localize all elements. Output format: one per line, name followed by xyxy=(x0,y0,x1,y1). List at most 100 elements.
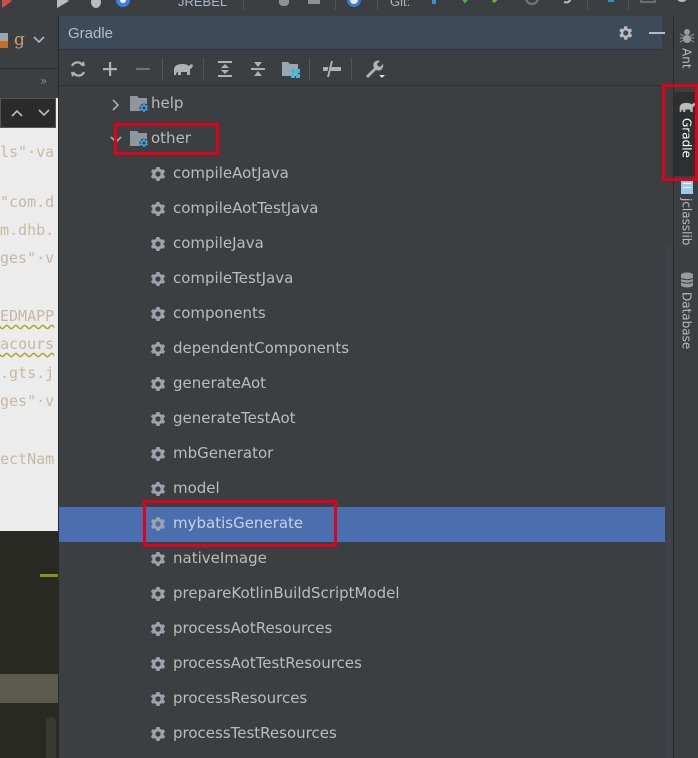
run-config-icon[interactable] xyxy=(2,0,18,8)
code-line: ectNam xyxy=(0,450,55,468)
tree-task-row[interactable]: compileAotTestJava xyxy=(59,192,673,227)
tab-label: Gradle xyxy=(679,118,694,158)
stop-icon[interactable] xyxy=(306,0,322,8)
collapse-all-button[interactable] xyxy=(246,57,270,81)
build-settings-button[interactable] xyxy=(362,57,386,81)
refresh-icon xyxy=(70,61,86,77)
toolbar-separator xyxy=(203,58,204,80)
git-update-icon[interactable] xyxy=(426,0,442,8)
chevron-down-icon[interactable] xyxy=(33,35,45,45)
chevron-right-icon[interactable] xyxy=(109,98,123,112)
tree-group-label: other xyxy=(151,129,191,147)
ant-icon xyxy=(679,29,694,43)
browser-icon[interactable] xyxy=(346,0,362,8)
tree-task-row[interactable]: processResources xyxy=(59,682,673,717)
tree-group-help[interactable]: help xyxy=(59,87,673,122)
find-next-icon[interactable] xyxy=(38,109,50,117)
tree-task-row[interactable]: processAotTestResources xyxy=(59,647,673,682)
tree-task-row[interactable]: compileTestJava xyxy=(59,262,673,297)
tree-task-row[interactable]: generateTestAot xyxy=(59,402,673,437)
tab-database[interactable]: Database xyxy=(674,272,698,356)
editor-tab-bar: g xyxy=(0,16,58,68)
code-line: ls"·va xyxy=(0,143,55,161)
link-project-button[interactable] xyxy=(98,57,122,81)
code-line: ges"·v xyxy=(0,392,55,410)
execute-task-button[interactable] xyxy=(171,57,195,81)
tree-task-row[interactable]: processAotResources xyxy=(59,612,673,647)
search-icon[interactable] xyxy=(675,0,691,8)
tree-task-label: prepareKotlinBuildScriptModel xyxy=(173,584,400,602)
tree-task-row[interactable]: mbGenerator xyxy=(59,437,673,472)
tree-task-row[interactable]: components xyxy=(59,297,673,332)
collapse-all-icon xyxy=(251,62,265,76)
offline-icon xyxy=(323,61,341,77)
code-editor[interactable]: ls"·va "com.d m.dhb. ges"·v EDMAPP acour… xyxy=(0,98,58,531)
run-icon[interactable] xyxy=(55,0,71,8)
task-gear-icon xyxy=(150,237,166,251)
tree-task-row[interactable]: compileAotJava xyxy=(59,157,673,192)
more-tabs-button[interactable]: » xyxy=(40,74,47,88)
tab-jclasslib[interactable]: jclasslib xyxy=(674,180,698,260)
toggle-offline-button[interactable] xyxy=(320,57,344,81)
tree-scrollbar[interactable] xyxy=(665,244,673,758)
tree-task-label: processAotResources xyxy=(173,619,333,637)
elephant-icon xyxy=(679,102,695,112)
find-previous-icon[interactable] xyxy=(11,109,23,117)
task-gear-icon xyxy=(150,412,166,426)
git-push-icon[interactable] xyxy=(490,0,506,8)
tree-task-label: generateTestAot xyxy=(173,409,296,427)
module-icon-badge xyxy=(0,41,8,48)
tree-task-row[interactable]: compileJava xyxy=(59,227,673,262)
debug-icon[interactable] xyxy=(88,0,104,8)
tab-gradle[interactable]: Gradle xyxy=(674,92,698,176)
coverage-icon[interactable] xyxy=(115,0,131,8)
tree-group-label: help xyxy=(151,94,184,112)
tree-task-row[interactable]: dependentComponents xyxy=(59,332,673,367)
tree-task-row[interactable]: model xyxy=(59,472,673,507)
tab-ant[interactable]: Ant xyxy=(674,28,698,92)
task-gear-icon xyxy=(150,727,166,741)
chevron-down-icon[interactable] xyxy=(109,133,123,147)
settings-button[interactable] xyxy=(614,22,636,44)
git-commit-icon[interactable] xyxy=(458,0,474,8)
tree-task-row[interactable]: generateAot xyxy=(59,367,673,402)
code-line: ges"·v xyxy=(0,249,55,267)
module-label[interactable]: g xyxy=(14,30,25,50)
tree-task-row[interactable]: nativeImage xyxy=(59,542,673,577)
toolbar-separator xyxy=(335,0,336,10)
rollback-icon[interactable] xyxy=(560,0,576,8)
database-icon xyxy=(680,272,693,288)
tree-task-row[interactable]: prepareKotlinBuildScriptModel xyxy=(59,577,673,612)
task-gear-icon xyxy=(150,587,166,601)
project-structure-icon[interactable] xyxy=(598,0,614,8)
unlink-project-button[interactable] xyxy=(131,57,155,81)
tree-group-other[interactable]: other xyxy=(59,122,673,157)
terminal-icon[interactable] xyxy=(640,0,656,8)
jrebel-label[interactable]: JREBEL xyxy=(178,0,227,9)
tree-task-label: mbGenerator xyxy=(173,444,274,462)
analyze-dependencies-button[interactable] xyxy=(279,57,303,81)
warning-marker xyxy=(40,574,58,577)
tree-task-label: components xyxy=(173,304,266,322)
task-group-folder-icon xyxy=(130,96,149,113)
tree-task-row[interactable]: processTestResources xyxy=(59,717,673,752)
tree-task-row[interactable]: mybatisGenerate xyxy=(59,507,673,542)
code-line: m.dhb. xyxy=(0,221,55,239)
divider xyxy=(0,68,58,69)
task-gear-icon xyxy=(150,692,166,706)
task-gear-icon xyxy=(150,167,166,181)
tree-task-label: processResources xyxy=(173,689,308,707)
hide-button[interactable] xyxy=(646,22,668,44)
history-icon[interactable] xyxy=(524,0,540,8)
toolbar-separator xyxy=(162,58,163,80)
reload-button[interactable] xyxy=(66,57,90,81)
task-gear-icon xyxy=(150,202,166,216)
find-bar xyxy=(0,98,56,128)
profile-icon[interactable] xyxy=(276,0,292,8)
task-gear-icon xyxy=(150,447,166,461)
expand-all-button[interactable] xyxy=(213,57,237,81)
console-scrollbar[interactable] xyxy=(46,717,56,758)
task-gear-icon xyxy=(150,272,166,286)
minimize-icon xyxy=(649,32,665,34)
elephant-icon xyxy=(174,64,193,75)
